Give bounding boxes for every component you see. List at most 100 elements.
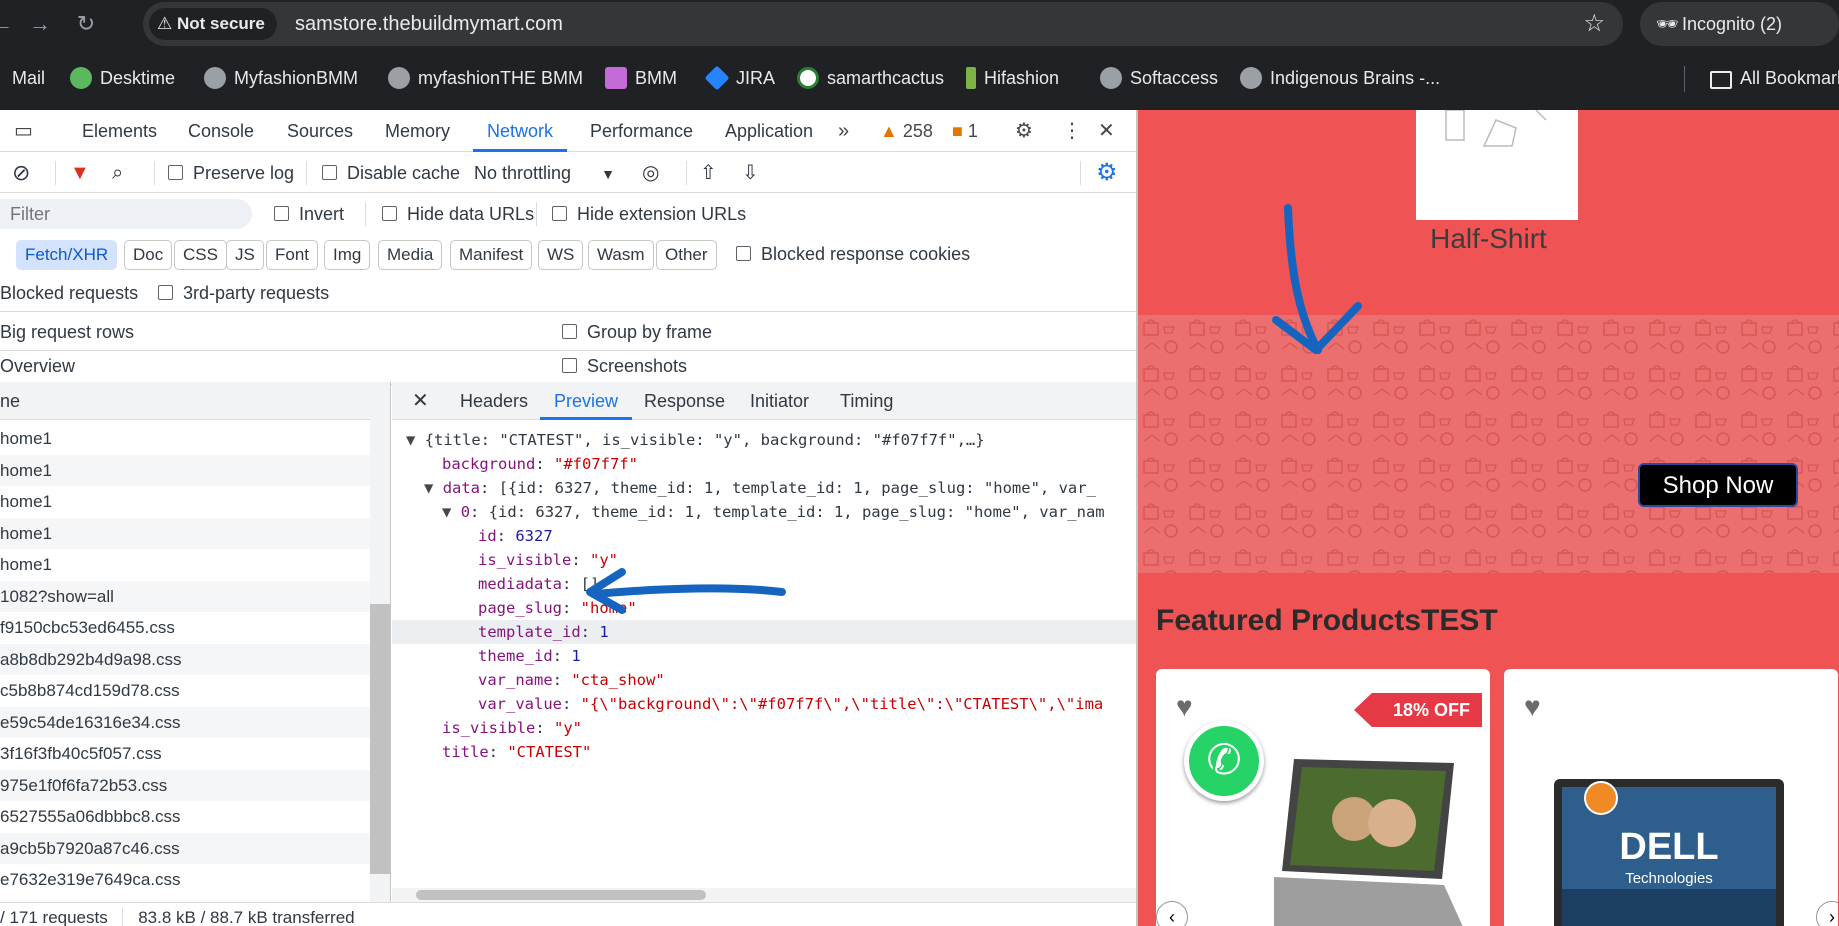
- request-row[interactable]: home1: [0, 486, 370, 518]
- request-row[interactable]: e59c54de16316e34.css: [0, 706, 370, 738]
- tab-performance[interactable]: Performance: [590, 110, 693, 152]
- product-card[interactable]: ♥ 18% OFF ✆ ‹: [1156, 669, 1490, 926]
- close-details-icon[interactable]: ✕: [412, 382, 429, 420]
- shop-now-button[interactable]: Shop Now: [1638, 463, 1798, 507]
- tab-sources[interactable]: Sources: [287, 110, 353, 152]
- tab-application[interactable]: Application: [725, 110, 813, 152]
- filter-wasm[interactable]: Wasm: [588, 240, 654, 270]
- bookmark-myfashionbmm[interactable]: MyfashionBMM: [204, 65, 358, 91]
- third-party-requests-checkbox[interactable]: 3rd-party requests: [158, 274, 329, 312]
- issues-badge[interactable]: ■ 1: [952, 110, 978, 152]
- preserve-log-checkbox[interactable]: Preserve log: [168, 153, 294, 193]
- whatsapp-icon[interactable]: ✆: [1184, 721, 1264, 801]
- bookmark-hifashion[interactable]: Hifashion: [966, 65, 1059, 91]
- carousel-next-icon[interactable]: ›: [1816, 901, 1838, 926]
- settings-gear-icon[interactable]: ⚙: [1015, 110, 1033, 152]
- request-row[interactable]: home1: [0, 517, 370, 549]
- category-label[interactable]: Half-Shirt: [1138, 223, 1839, 255]
- json-var-value[interactable]: var_value: "{\"background\":\"#f07f7f\",…: [478, 692, 1103, 716]
- bookmark-samarthcactus[interactable]: samarthcactus: [797, 65, 944, 91]
- carousel-prev-icon[interactable]: ‹: [1156, 901, 1188, 926]
- back-icon[interactable]: ←: [0, 8, 18, 40]
- close-devtools-icon[interactable]: ✕: [1098, 110, 1115, 152]
- filter-other[interactable]: Other: [656, 240, 717, 270]
- export-har-icon[interactable]: ⇩: [742, 153, 759, 193]
- bookmark-star-icon[interactable]: ☆: [1583, 10, 1605, 38]
- disable-cache-checkbox[interactable]: Disable cache: [322, 153, 460, 193]
- tab-elements[interactable]: Elements: [82, 110, 157, 152]
- request-row[interactable]: a8b8db292b4d9a98.css: [0, 643, 370, 675]
- request-row[interactable]: home1: [0, 454, 370, 486]
- json-background[interactable]: background: "#f07f7f": [442, 452, 638, 476]
- tab-response[interactable]: Response: [644, 382, 725, 420]
- filter-font[interactable]: Font: [266, 240, 319, 270]
- json-title[interactable]: title: "CTATEST": [442, 740, 591, 764]
- screenshots-checkbox[interactable]: Screenshots: [562, 347, 687, 385]
- filter-input[interactable]: [0, 199, 252, 229]
- filter-manifest[interactable]: Manifest: [450, 240, 533, 270]
- filter-js[interactable]: JS: [226, 240, 264, 270]
- request-row[interactable]: 6527555a06dbbbc8.css: [0, 801, 370, 833]
- url-text[interactable]: samstore.thebuildmymart.com: [295, 2, 563, 46]
- request-row[interactable]: f9150cbc53ed6455.css: [0, 612, 370, 644]
- big-request-rows-checkbox[interactable]: Big request rows: [0, 313, 134, 351]
- json-root-is-visible[interactable]: is_visible: "y": [442, 716, 582, 740]
- bookmark-mail[interactable]: Mail: [12, 65, 45, 91]
- request-row[interactable]: home1: [0, 549, 370, 581]
- tab-timing[interactable]: Timing: [840, 382, 893, 420]
- forward-icon[interactable]: →: [24, 8, 56, 40]
- tab-console[interactable]: Console: [188, 110, 254, 152]
- tab-headers[interactable]: Headers: [460, 382, 528, 420]
- filter-fetch-xhr[interactable]: Fetch/XHR: [16, 240, 118, 270]
- request-row[interactable]: 1082?show=all: [0, 580, 370, 612]
- bookmark-softaccess[interactable]: Softaccess: [1100, 65, 1218, 91]
- search-icon[interactable]: ⌕: [112, 153, 123, 193]
- filter-css[interactable]: CSS: [174, 240, 227, 270]
- bookmark-myfashionthebmm[interactable]: myfashionTHE BMM: [388, 65, 583, 91]
- bookmark-all-bookmarks[interactable]: All Bookmarks: [1710, 65, 1839, 91]
- address-bar[interactable]: ⚠ Not secure samstore.thebuildmymart.com …: [143, 2, 1623, 46]
- hide-data-urls-checkbox[interactable]: Hide data URLs: [382, 194, 534, 234]
- wishlist-heart-icon[interactable]: ♥: [1524, 691, 1541, 723]
- request-row[interactable]: a9cb5b7920a87c46.css: [0, 832, 370, 864]
- overview-checkbox[interactable]: Overview: [0, 347, 75, 385]
- bookmark-desktime[interactable]: Desktime: [70, 65, 175, 91]
- json-root-node[interactable]: ▼ {title: "CTATEST", is_visible: "y", ba…: [406, 428, 985, 452]
- network-settings-icon[interactable]: ⚙: [1096, 153, 1118, 193]
- request-row[interactable]: e7632e319e7649ca.css: [0, 864, 370, 896]
- json-data-node[interactable]: ▼ data: [{id: 6327, theme_id: 1, templat…: [424, 476, 1096, 500]
- reload-icon[interactable]: ↻: [70, 8, 102, 40]
- filter-doc[interactable]: Doc: [124, 240, 173, 270]
- invert-checkbox[interactable]: Invert: [274, 194, 344, 234]
- kebab-menu-icon[interactable]: ⋮: [1062, 110, 1082, 152]
- name-column-header[interactable]: ne: [0, 382, 370, 420]
- blocked-requests-checkbox[interactable]: Blocked requests: [0, 274, 138, 312]
- hide-extension-urls-checkbox[interactable]: Hide extension URLs: [552, 194, 746, 234]
- bookmark-indigenous-brains[interactable]: Indigenous Brains -...: [1240, 65, 1440, 91]
- tab-initiator[interactable]: Initiator: [750, 382, 809, 420]
- network-conditions-icon[interactable]: ◎: [642, 153, 659, 193]
- group-by-frame-checkbox[interactable]: Group by frame: [562, 313, 712, 351]
- request-row[interactable]: c5b8b874cd159d78.css: [0, 675, 370, 707]
- clear-icon[interactable]: ⊘: [12, 153, 30, 193]
- request-row[interactable]: 975e1f0f6fa72b53.css: [0, 769, 370, 801]
- wishlist-heart-icon[interactable]: ♥: [1176, 691, 1193, 723]
- incognito-button[interactable]: 🕶 Incognito (2): [1640, 2, 1839, 46]
- warnings-badge[interactable]: ▲ 258: [880, 110, 933, 152]
- json-var-name[interactable]: var_name: "cta_show": [478, 668, 665, 692]
- filter-ws[interactable]: WS: [538, 240, 584, 270]
- request-row[interactable]: home1: [0, 423, 370, 455]
- tab-memory[interactable]: Memory: [385, 110, 450, 152]
- blocked-response-cookies-checkbox[interactable]: Blocked response cookies: [736, 234, 970, 274]
- json-item-0-node[interactable]: ▼ 0: {id: 6327, theme_id: 1, template_id…: [442, 500, 1105, 524]
- import-har-icon[interactable]: ⇧: [700, 153, 717, 193]
- filter-img[interactable]: Img: [324, 240, 371, 270]
- product-card[interactable]: ♥ DELL Technologies ›: [1504, 669, 1838, 926]
- filter-icon[interactable]: ▼: [70, 153, 90, 193]
- tab-network[interactable]: Network: [472, 110, 568, 152]
- scrollbar-thumb[interactable]: [370, 604, 390, 874]
- filter-media[interactable]: Media: [378, 240, 443, 270]
- tab-preview[interactable]: Preview: [539, 382, 633, 420]
- more-tabs-icon[interactable]: »: [838, 110, 849, 152]
- bookmark-bmm[interactable]: BMM: [605, 65, 677, 91]
